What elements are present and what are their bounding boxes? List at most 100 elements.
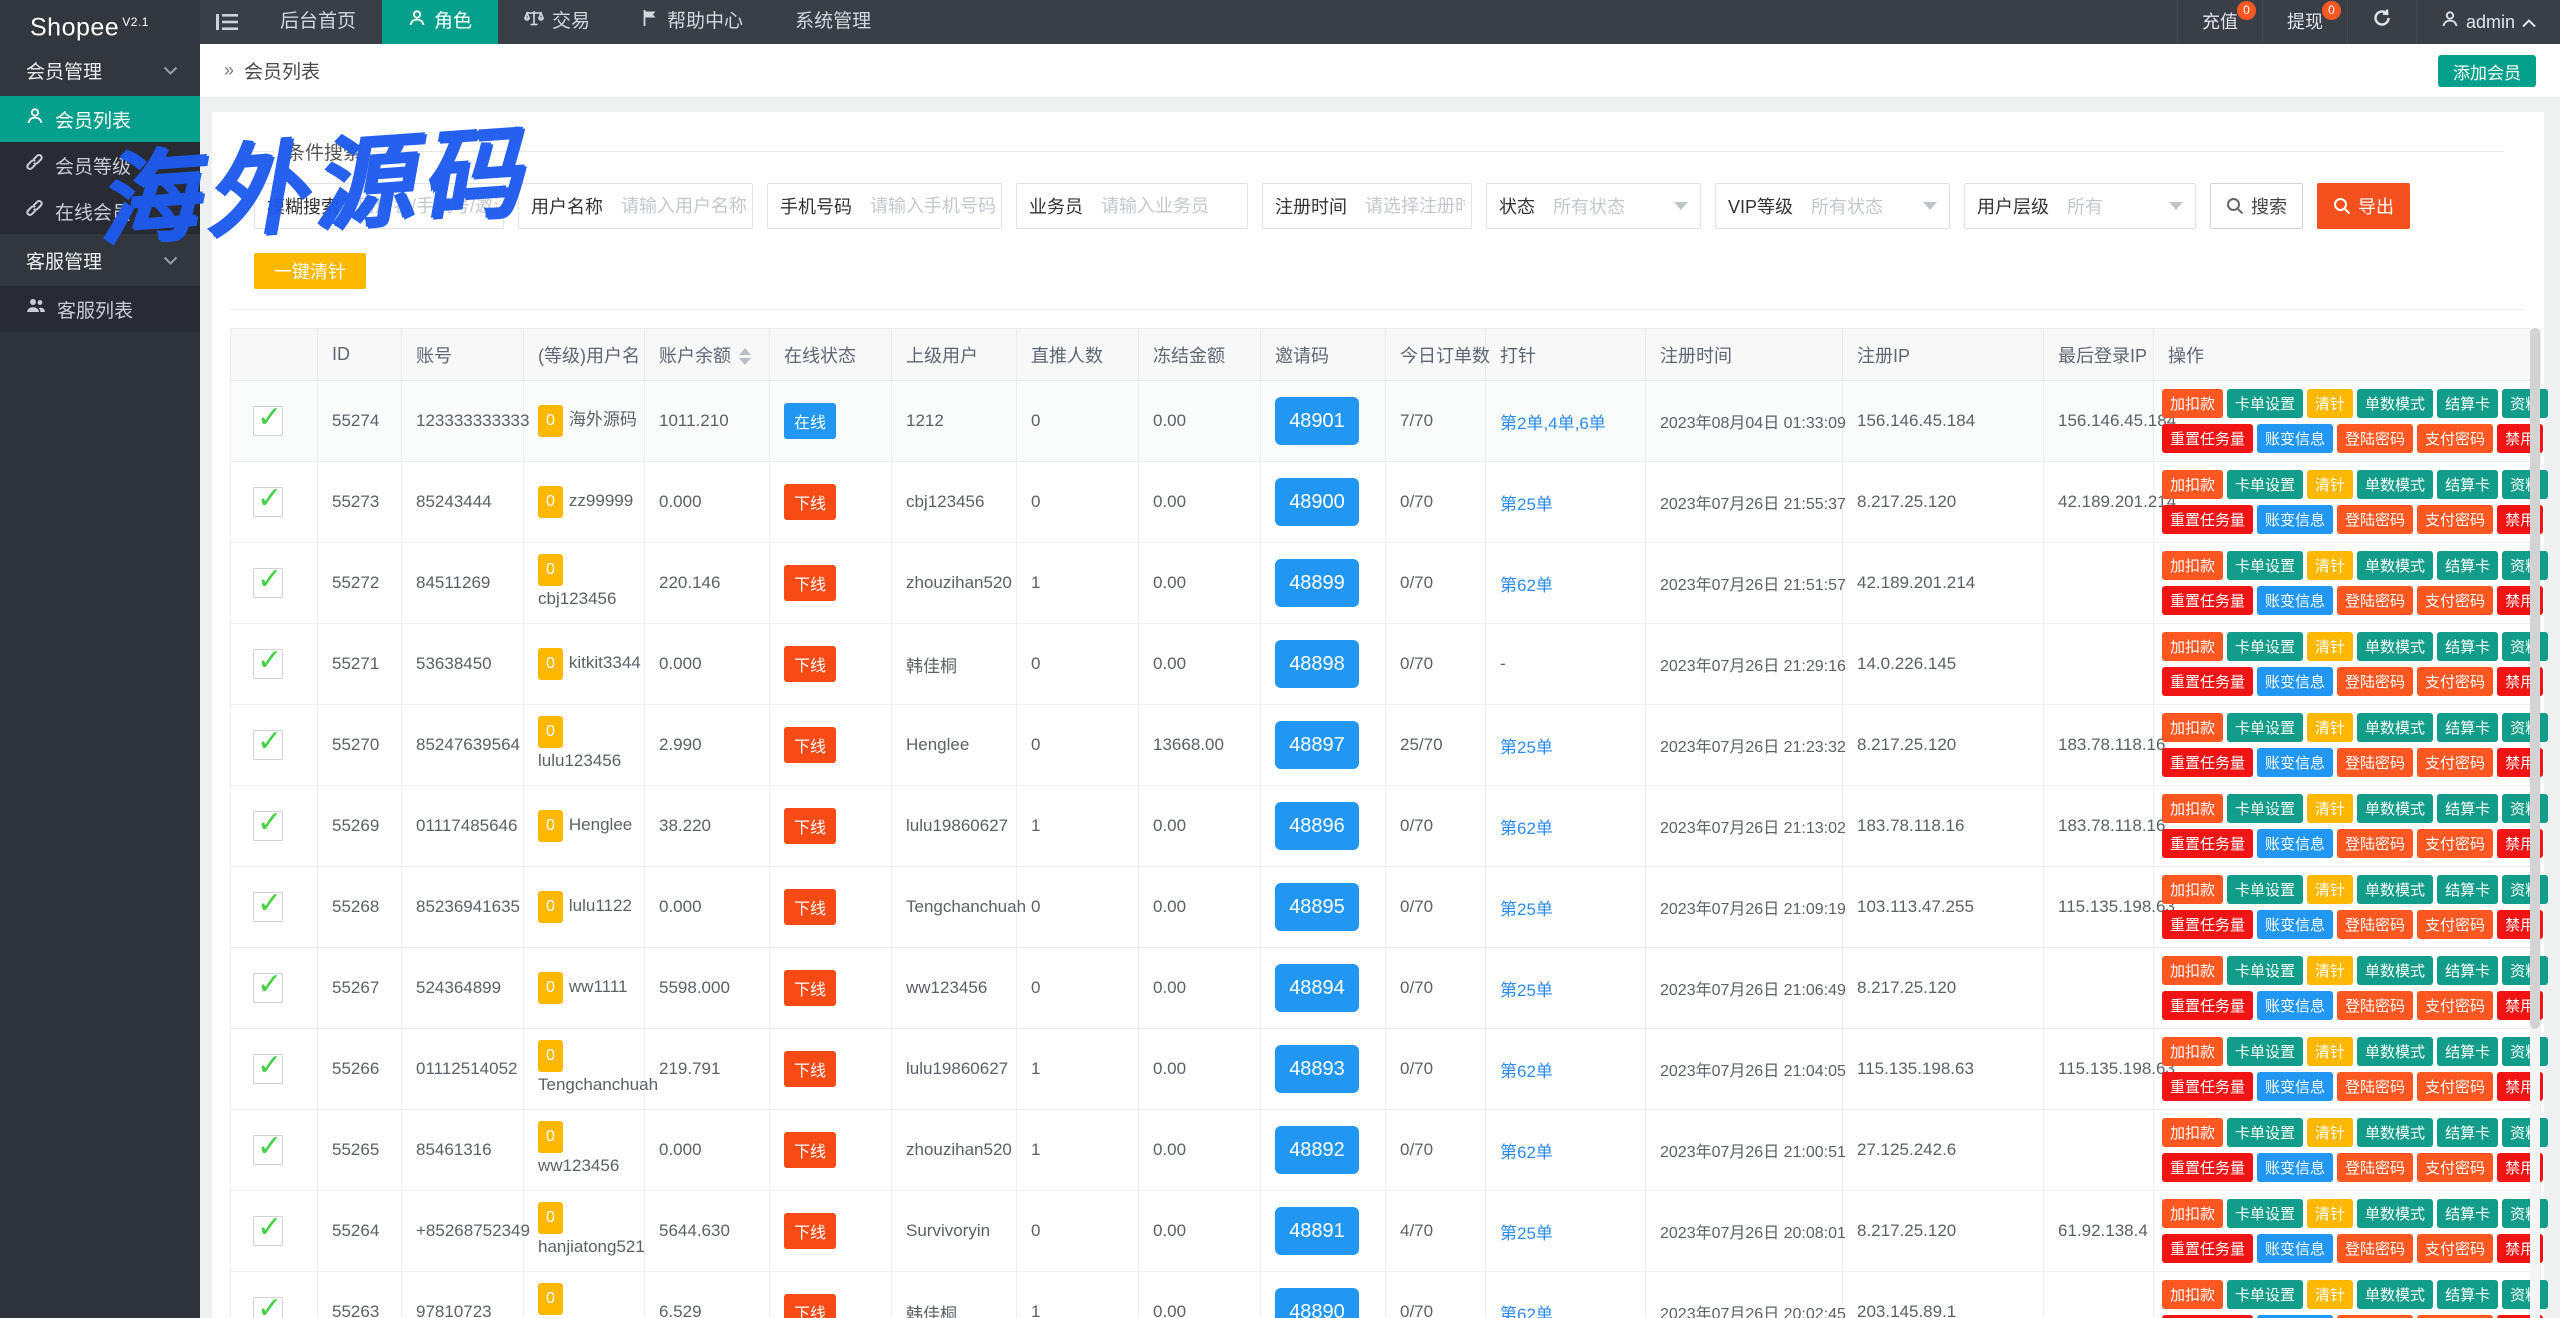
op-button-清针[interactable]: 清针 <box>2307 794 2353 823</box>
op-button-账变信息[interactable]: 账变信息 <box>2257 505 2333 534</box>
op-button-结算卡[interactable]: 结算卡 <box>2437 632 2498 661</box>
row-checkbox[interactable]: ✓ <box>253 1297 283 1318</box>
op-button-结算卡[interactable]: 结算卡 <box>2437 713 2498 742</box>
op-button-资料[interactable]: 资料 <box>2502 1037 2548 1066</box>
invite-code-button[interactable]: 48896 <box>1275 802 1359 850</box>
op-button-登陆密码[interactable]: 登陆密码 <box>2337 1153 2413 1182</box>
op-button-账变信息[interactable]: 账变信息 <box>2257 1234 2333 1263</box>
op-button-单数模式[interactable]: 单数模式 <box>2357 1199 2433 1228</box>
op-button-卡单设置[interactable]: 卡单设置 <box>2227 794 2303 823</box>
op-button-清针[interactable]: 清针 <box>2307 1037 2353 1066</box>
filter-input-手机号码[interactable] <box>864 184 1001 228</box>
filter-input-注册时间[interactable] <box>1359 184 1471 228</box>
op-button-加扣款[interactable]: 加扣款 <box>2162 1037 2223 1066</box>
op-button-支付密码[interactable]: 支付密码 <box>2417 1234 2493 1263</box>
op-button-单数模式[interactable]: 单数模式 <box>2357 470 2433 499</box>
op-button-清针[interactable]: 清针 <box>2307 1280 2353 1309</box>
op-button-加扣款[interactable]: 加扣款 <box>2162 389 2223 418</box>
op-button-支付密码[interactable]: 支付密码 <box>2417 1072 2493 1101</box>
op-button-单数模式[interactable]: 单数模式 <box>2357 632 2433 661</box>
op-button-清针[interactable]: 清针 <box>2307 389 2353 418</box>
op-button-重置任务量[interactable]: 重置任务量 <box>2162 505 2253 534</box>
op-button-支付密码[interactable]: 支付密码 <box>2417 667 2493 696</box>
op-button-卡单设置[interactable]: 卡单设置 <box>2227 389 2303 418</box>
add-member-button[interactable]: 添加会员 <box>2438 55 2536 87</box>
row-checkbox[interactable]: ✓ <box>253 487 283 517</box>
row-checkbox[interactable]: ✓ <box>253 811 283 841</box>
op-button-登陆密码[interactable]: 登陆密码 <box>2337 991 2413 1020</box>
row-checkbox[interactable]: ✓ <box>253 568 283 598</box>
op-button-卡单设置[interactable]: 卡单设置 <box>2227 713 2303 742</box>
scrollbar-thumb[interactable] <box>2530 328 2540 1029</box>
op-button-账变信息[interactable]: 账变信息 <box>2257 829 2333 858</box>
sidebar-item-会员等级[interactable]: 会员等级 <box>0 142 200 188</box>
op-button-单数模式[interactable]: 单数模式 <box>2357 713 2433 742</box>
row-checkbox[interactable]: ✓ <box>253 1054 283 1084</box>
invite-code-button[interactable]: 48898 <box>1275 640 1359 688</box>
needle-link[interactable]: 第62单 <box>1500 576 1553 595</box>
table-scrollbar[interactable] <box>2530 328 2540 1318</box>
op-button-结算卡[interactable]: 结算卡 <box>2437 1037 2498 1066</box>
invite-code-button[interactable]: 48900 <box>1275 478 1359 526</box>
row-checkbox[interactable]: ✓ <box>253 406 283 436</box>
menu-toggle-icon[interactable] <box>200 0 254 44</box>
op-button-账变信息[interactable]: 账变信息 <box>2257 910 2333 939</box>
op-button-卡单设置[interactable]: 卡单设置 <box>2227 875 2303 904</box>
op-button-登陆密码[interactable]: 登陆密码 <box>2337 1072 2413 1101</box>
col-header-账户余额[interactable]: 账户余额 <box>645 329 770 381</box>
withdraw-button[interactable]: 提现 0 <box>2262 0 2347 44</box>
op-button-账变信息[interactable]: 账变信息 <box>2257 667 2333 696</box>
op-button-单数模式[interactable]: 单数模式 <box>2357 1037 2433 1066</box>
op-button-支付密码[interactable]: 支付密码 <box>2417 586 2493 615</box>
row-checkbox[interactable]: ✓ <box>253 973 283 1003</box>
op-button-重置任务量[interactable]: 重置任务量 <box>2162 586 2253 615</box>
op-button-支付密码[interactable]: 支付密码 <box>2417 829 2493 858</box>
nav-item-交易[interactable]: 交易 <box>498 0 616 44</box>
op-button-账变信息[interactable]: 账变信息 <box>2257 1153 2333 1182</box>
op-button-重置任务量[interactable]: 重置任务量 <box>2162 910 2253 939</box>
invite-code-button[interactable]: 48892 <box>1275 1126 1359 1174</box>
op-button-资料[interactable]: 资料 <box>2502 1280 2548 1309</box>
op-button-加扣款[interactable]: 加扣款 <box>2162 1118 2223 1147</box>
op-button-结算卡[interactable]: 结算卡 <box>2437 470 2498 499</box>
op-button-支付密码[interactable]: 支付密码 <box>2417 1153 2493 1182</box>
op-button-加扣款[interactable]: 加扣款 <box>2162 551 2223 580</box>
op-button-资料[interactable]: 资料 <box>2502 1118 2548 1147</box>
op-button-登陆密码[interactable]: 登陆密码 <box>2337 424 2413 453</box>
op-button-重置任务量[interactable]: 重置任务量 <box>2162 829 2253 858</box>
op-button-支付密码[interactable]: 支付密码 <box>2417 424 2493 453</box>
filter-select-VIP等级[interactable]: VIP等级所有状态 <box>1715 183 1950 229</box>
op-button-支付密码[interactable]: 支付密码 <box>2417 910 2493 939</box>
op-button-资料[interactable]: 资料 <box>2502 794 2548 823</box>
op-button-结算卡[interactable]: 结算卡 <box>2437 1118 2498 1147</box>
op-button-加扣款[interactable]: 加扣款 <box>2162 470 2223 499</box>
op-button-支付密码[interactable]: 支付密码 <box>2417 748 2493 777</box>
op-button-单数模式[interactable]: 单数模式 <box>2357 956 2433 985</box>
invite-code-button[interactable]: 48891 <box>1275 1207 1359 1255</box>
row-checkbox[interactable]: ✓ <box>253 1216 283 1246</box>
op-button-结算卡[interactable]: 结算卡 <box>2437 551 2498 580</box>
nav-item-后台首页[interactable]: 后台首页 <box>254 0 382 44</box>
sidebar-item-会员列表[interactable]: 会员列表 <box>0 96 200 142</box>
op-button-登陆密码[interactable]: 登陆密码 <box>2337 829 2413 858</box>
invite-code-button[interactable]: 48893 <box>1275 1045 1359 1093</box>
op-button-清针[interactable]: 清针 <box>2307 1118 2353 1147</box>
op-button-支付密码[interactable]: 支付密码 <box>2417 505 2493 534</box>
needle-link[interactable]: 第25单 <box>1500 738 1553 757</box>
user-menu[interactable]: admin <box>2416 0 2560 44</box>
op-button-结算卡[interactable]: 结算卡 <box>2437 1199 2498 1228</box>
op-button-资料[interactable]: 资料 <box>2502 875 2548 904</box>
filter-input-用户名称[interactable] <box>615 184 752 228</box>
op-button-加扣款[interactable]: 加扣款 <box>2162 875 2223 904</box>
needle-link[interactable]: 第62单 <box>1500 1143 1553 1162</box>
op-button-资料[interactable]: 资料 <box>2502 389 2548 418</box>
op-button-加扣款[interactable]: 加扣款 <box>2162 713 2223 742</box>
op-button-登陆密码[interactable]: 登陆密码 <box>2337 748 2413 777</box>
op-button-清针[interactable]: 清针 <box>2307 713 2353 742</box>
op-button-资料[interactable]: 资料 <box>2502 470 2548 499</box>
op-button-结算卡[interactable]: 结算卡 <box>2437 389 2498 418</box>
nav-item-角色[interactable]: 角色 <box>382 0 498 44</box>
needle-link[interactable]: 第25单 <box>1500 495 1553 514</box>
sidebar-group-客服管理[interactable]: 客服管理 <box>0 234 200 286</box>
op-button-账变信息[interactable]: 账变信息 <box>2257 748 2333 777</box>
